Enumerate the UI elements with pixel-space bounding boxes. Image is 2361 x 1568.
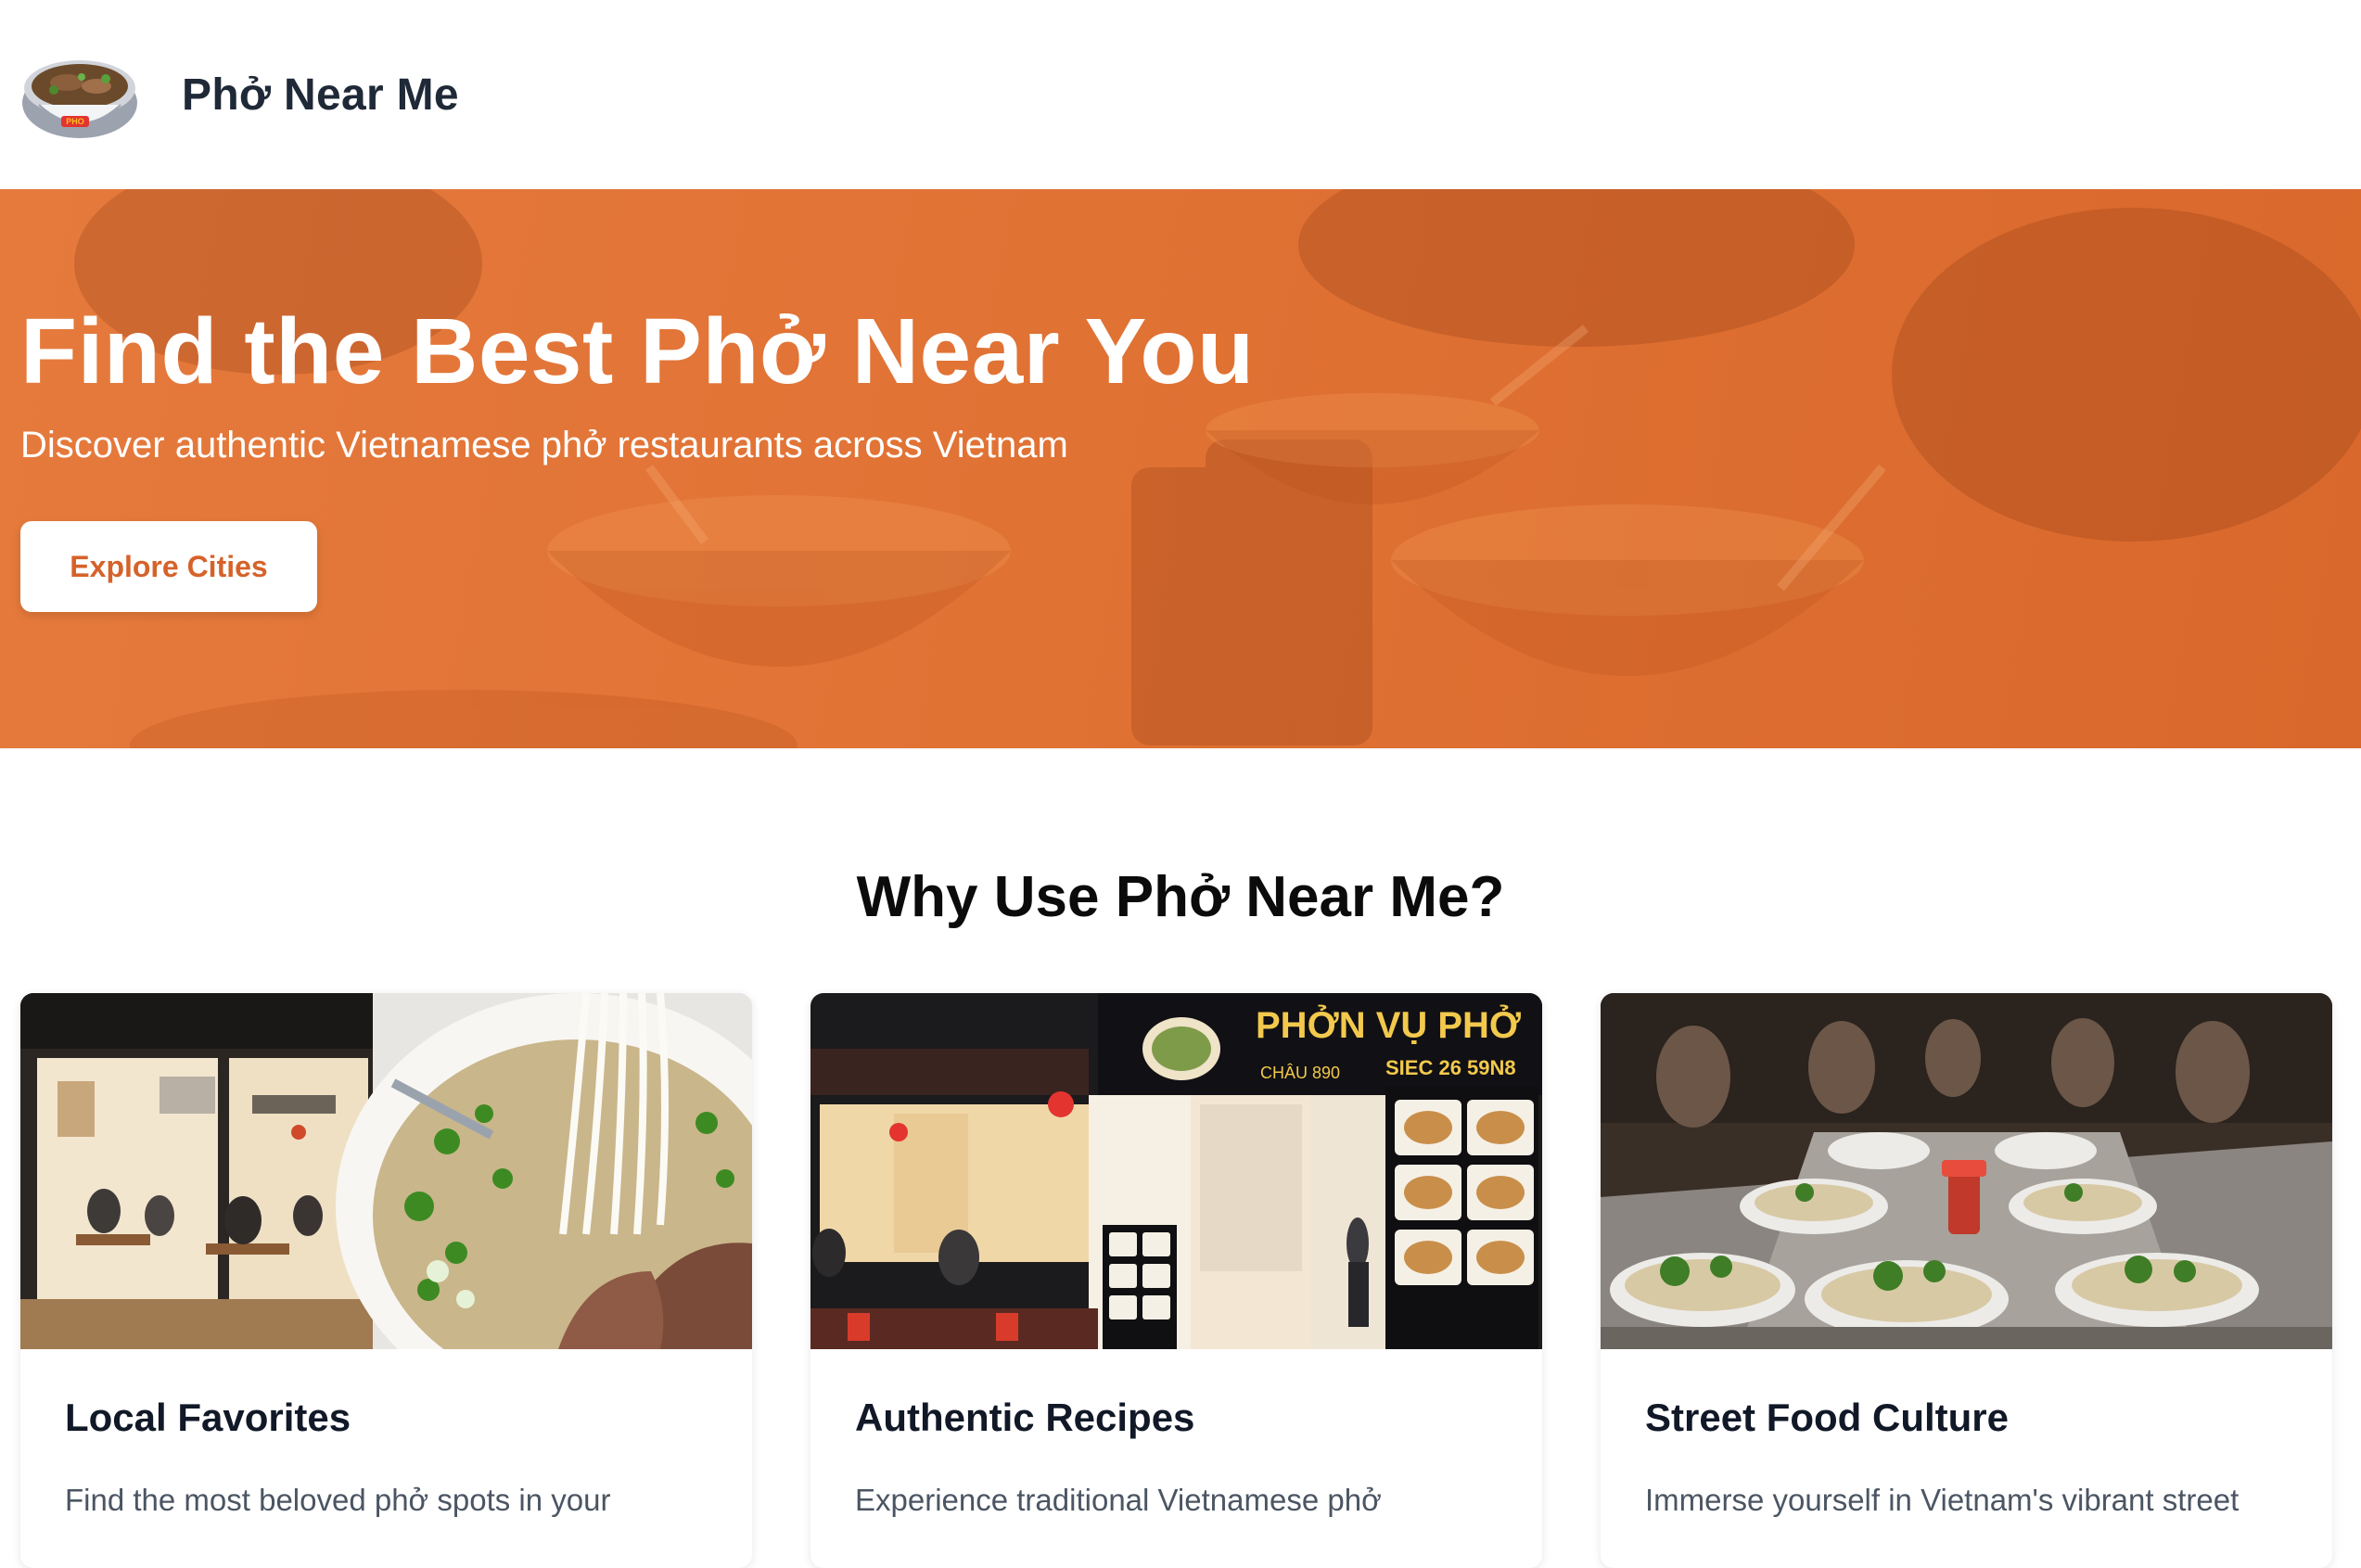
card-description: Immerse yourself in Vietnam's vibrant st… (1645, 1483, 2240, 1517)
card-description: Experience traditional Vietnamese phở (855, 1483, 1382, 1517)
card-title: Street Food Culture (1645, 1396, 2010, 1439)
card-title: Local Favorites (65, 1396, 351, 1439)
feature-card-street-food-culture[interactable]: Street Food Culture Immerse yourself in … (1601, 993, 2332, 1568)
svg-text:PHỞN VỤ PHỞ: PHỞN VỤ PHỞ (1256, 1003, 1522, 1046)
card-body: Local Favorites Find the most beloved ph… (20, 1349, 752, 1522)
explore-cities-button[interactable]: Explore Cities (20, 521, 317, 612)
svg-text:SIEC 26 59N8: SIEC 26 59N8 (1385, 1056, 1516, 1079)
hero-content: Find the Best Phở Near You Discover auth… (20, 300, 1255, 612)
feature-card-local-favorites[interactable]: Local Favorites Find the most beloved ph… (20, 993, 752, 1568)
pho-bowl-icon: PHO (22, 60, 137, 138)
site-title[interactable]: Phở Near Me (182, 70, 459, 121)
card-body: Authentic Recipes Experience traditional… (810, 1349, 1542, 1522)
restaurant-interior-and-pho-bowl-image (20, 993, 752, 1349)
feature-card-authentic-recipes[interactable]: PHỞN VỤ PHỞ SIEC 26 59N8 CHÂU 890 Authen… (810, 993, 1542, 1568)
card-title: Authentic Recipes (855, 1396, 1195, 1439)
site-header: PHO Phở Near Me (0, 0, 2361, 189)
svg-text:PHO: PHO (66, 117, 84, 126)
pho-bowl-logo[interactable]: PHO (20, 49, 139, 140)
street-food-table-image (1601, 993, 2332, 1349)
card-body: Street Food Culture Immerse yourself in … (1601, 1349, 2332, 1522)
svg-text:CHÂU 890: CHÂU 890 (1260, 1064, 1340, 1082)
card-description: Find the most beloved phở spots in your (65, 1483, 611, 1517)
hero-subtitle: Discover authentic Vietnamese phở restau… (20, 425, 1068, 465)
hero-title: Find the Best Phở Near You (20, 300, 1255, 403)
features-heading: Why Use Phở Near Me? (856, 865, 1505, 929)
pho-restaurant-storefront-image: PHỞN VỤ PHỞ SIEC 26 59N8 CHÂU 890 (810, 993, 1542, 1349)
hero-banner: Find the Best Phở Near You Discover auth… (0, 189, 2361, 748)
feature-cards: Local Favorites Find the most beloved ph… (20, 993, 2341, 1568)
